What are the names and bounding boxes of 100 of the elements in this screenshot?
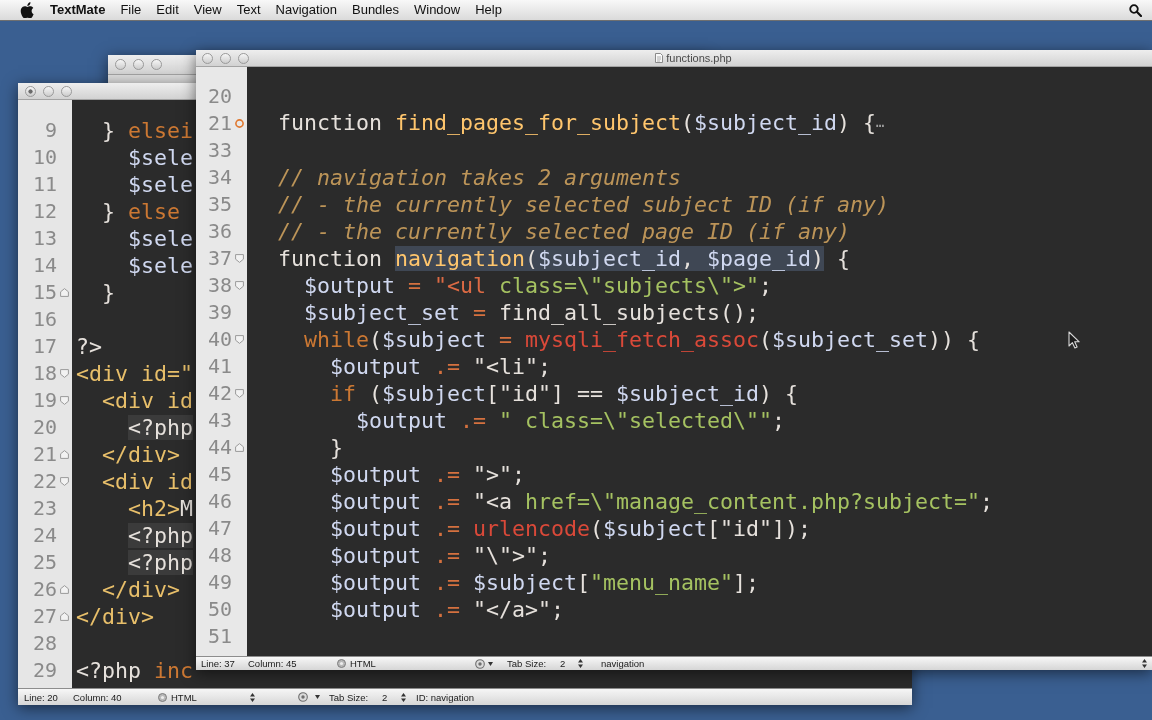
menu-item[interactable]: View: [193, 2, 222, 18]
gear-icon[interactable]: [298, 692, 308, 702]
gear-icon[interactable]: [475, 658, 485, 669]
minimize-button[interactable]: [220, 52, 231, 64]
app-menu[interactable]: TextMate: [50, 2, 106, 18]
close-button[interactable]: [115, 59, 126, 70]
line-number: 22: [32, 469, 57, 493]
menu-item[interactable]: File: [120, 2, 142, 18]
line-number: 40: [207, 327, 232, 351]
column-indicator: Column: 45: [248, 658, 297, 669]
line-number: 41: [207, 354, 232, 378]
code-line: <?php inc: [76, 658, 194, 683]
code-line: $sele: [128, 253, 193, 278]
line-number: 42: [207, 381, 232, 405]
menu-item[interactable]: Edit: [156, 2, 179, 18]
updown-arrows-icon[interactable]: [578, 659, 583, 668]
fold-marker-icon[interactable]: [60, 477, 69, 486]
caret-icon[interactable]: [315, 695, 320, 699]
symbol-popup[interactable]: navigation: [601, 658, 645, 669]
code-line: </div>: [76, 604, 154, 629]
line-number: 49: [207, 570, 232, 594]
pointer-icon: [1068, 331, 1080, 349]
line-indicator: Line: 37: [201, 658, 235, 669]
code-line: } elsei: [102, 118, 194, 143]
line-number: 29: [32, 658, 57, 682]
line-number: 35: [207, 192, 232, 216]
language-popup[interactable]: HTML: [350, 658, 376, 669]
code-line: function navigation($subject_id, $page_id) {: [278, 246, 851, 271]
zoom-button[interactable]: [151, 59, 162, 70]
line-number: 18: [32, 361, 57, 385]
line-number: 11: [32, 172, 57, 196]
minimize-button[interactable]: [43, 85, 54, 97]
line-number: 27: [32, 604, 57, 628]
code-line: // - the currently selected page ID (if any): [278, 219, 851, 244]
tab-size-label: Tab Size:: [507, 658, 547, 669]
column-indicator: Column: 40: [73, 691, 122, 703]
zoom-button[interactable]: [238, 52, 249, 64]
fold-marker-icon[interactable]: [235, 389, 244, 398]
fold-marker-icon[interactable]: [235, 281, 244, 290]
line-number: 24: [32, 523, 57, 547]
menu-item[interactable]: Text: [236, 2, 261, 18]
menu-item[interactable]: Navigation: [275, 2, 337, 18]
line-number: 20: [207, 84, 232, 108]
close-button[interactable]: [25, 85, 36, 97]
code-line: if ($subject["id"] == $subject_id) {: [330, 381, 799, 406]
menu-item[interactable]: Help: [475, 2, 502, 18]
fold-marker-icon[interactable]: [60, 585, 69, 594]
line-number: 33: [207, 138, 232, 162]
code-line: $sele: [128, 145, 193, 170]
line-number: 38: [207, 273, 232, 297]
code-line: <div id: [102, 388, 193, 413]
line-number: 12: [32, 199, 57, 223]
line-number: 21: [207, 111, 232, 135]
line-number: 10: [32, 145, 57, 169]
updown-arrows-icon[interactable]: [1142, 659, 1147, 668]
code-line: while($subject = mysqli_fetch_assoc($subject_set)) {: [304, 327, 981, 352]
search-icon[interactable]: [1129, 3, 1142, 17]
line-number: 44: [207, 435, 232, 459]
fold-marker-icon[interactable]: [235, 443, 244, 452]
code-line: $output = "<ul class=\"subjects\">";: [304, 273, 773, 298]
fold-marker-icon[interactable]: [235, 335, 244, 344]
line-number: 46: [207, 489, 232, 513]
code-line: // navigation takes 2 arguments: [278, 165, 682, 190]
code-line: $output .= ">";: [330, 462, 526, 487]
code-line: $subject_set = find_all_subjects();: [304, 300, 760, 325]
fold-marker-icon[interactable]: [235, 254, 244, 263]
fold-marker-icon[interactable]: [60, 450, 69, 459]
folded-marker-icon[interactable]: [235, 119, 244, 128]
code-line: ?>: [76, 334, 102, 359]
code-line: </div>: [102, 577, 180, 602]
updown-arrows-icon[interactable]: [401, 692, 406, 702]
minimize-button[interactable]: [133, 59, 144, 70]
caret-icon[interactable]: [488, 661, 493, 666]
fold-marker-icon[interactable]: [60, 369, 69, 378]
code-line: $output .= "<a href=\"manage_content.php?subject=";: [330, 489, 994, 514]
symbol-popup[interactable]: ID: navigation: [416, 691, 475, 703]
updown-arrows-icon[interactable]: [250, 692, 255, 702]
fold-marker-icon[interactable]: [60, 396, 69, 405]
language-popup[interactable]: HTML: [171, 691, 197, 703]
line-number: 51: [207, 624, 232, 648]
line-number: 25: [32, 550, 57, 574]
code-line: $output .= "</a>";: [330, 597, 565, 622]
tab-size-popup[interactable]: 2: [560, 658, 566, 669]
line-number: 37: [207, 246, 232, 270]
apple-icon[interactable]: [20, 1, 34, 19]
code-line: // - the currently selected subject ID (if any): [278, 192, 890, 217]
line-number: 13: [32, 226, 57, 250]
close-button[interactable]: [202, 52, 213, 64]
code-line: $output .= "\">";: [330, 543, 552, 568]
code-line: }: [330, 435, 343, 460]
fold-marker-icon[interactable]: [60, 288, 69, 297]
line-number: 19: [32, 388, 57, 412]
line-number: 34: [207, 165, 232, 189]
code-line: <div id=": [76, 361, 193, 386]
zoom-button[interactable]: [61, 85, 72, 97]
fold-marker-icon[interactable]: [60, 612, 69, 621]
menu-item[interactable]: Bundles: [352, 2, 399, 18]
menu-item[interactable]: Window: [413, 2, 461, 18]
code-line: } else: [102, 199, 181, 224]
tab-size-popup[interactable]: 2: [382, 691, 388, 703]
